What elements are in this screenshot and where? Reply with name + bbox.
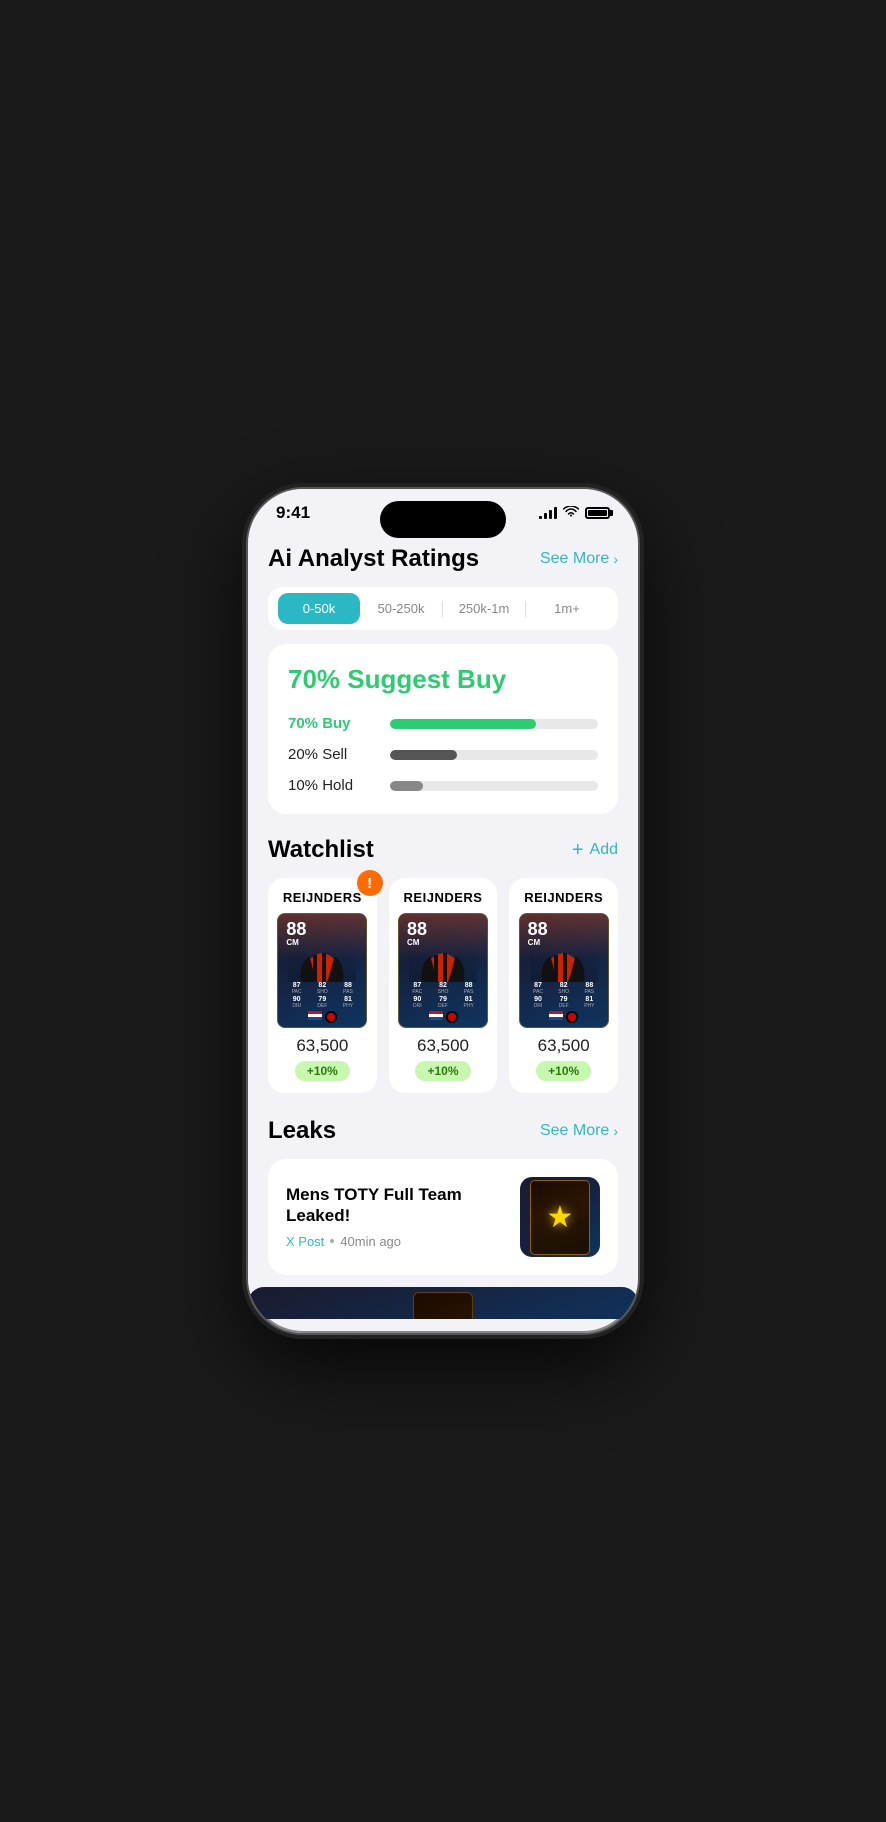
player-price-2: 63,500 — [538, 1036, 590, 1056]
fut-player-img-0 — [288, 949, 356, 982]
player-price-1: 63,500 — [417, 1036, 469, 1056]
fut-position-1: CM — [407, 938, 419, 947]
sell-stat-bar-container — [390, 750, 598, 760]
filter-tab-1m[interactable]: 1m+ — [526, 593, 608, 624]
status-icons — [539, 506, 610, 521]
add-label: Add — [590, 841, 618, 859]
bottom-peek — [248, 1287, 638, 1319]
leaks-chevron-icon: › — [613, 1123, 618, 1139]
player-card-0[interactable]: ! REIJNDERS 88 CM — [268, 878, 377, 1093]
flag-icons-0 — [308, 1011, 337, 1023]
leak-time-0: 40min ago — [340, 1234, 401, 1249]
fut-card-1: 88 CM 87PAC 82SHO — [398, 913, 488, 1028]
buy-stat-bar-fill — [390, 719, 536, 729]
analyst-see-more-label: See More — [540, 550, 609, 568]
leak-content-0: Mens TOTY Full Team Leaked! X Post 40min… — [286, 1185, 508, 1249]
flag-icons-1 — [429, 1011, 458, 1023]
fut-position-2: CM — [528, 938, 540, 947]
sell-stat-bar-fill — [390, 750, 457, 760]
fut-card-2: 88 CM 87PAC 82SHO — [519, 913, 609, 1028]
leaks-see-more-label: See More — [540, 1122, 609, 1140]
filter-tab-0-50k[interactable]: 0-50k — [278, 593, 360, 624]
player-stats-grid-0: 87PAC 82SHO 88PAS 90DRI 79DEF 81PHY — [282, 982, 362, 1009]
price-badge-0: +10% — [295, 1061, 350, 1081]
player-stats-grid-2: 87PAC 82SHO 88PAS 90DRI 79DEF 81PHY — [524, 982, 604, 1009]
filter-tab-50-250k[interactable]: 50-250k — [360, 593, 442, 624]
player-cards-row: ! REIJNDERS 88 CM — [268, 878, 618, 1093]
watchlist-header: Watchlist + Add — [268, 836, 618, 864]
sell-stat-row: 20% Sell — [288, 746, 598, 763]
fut-position-0: CM — [286, 938, 298, 947]
dynamic-island — [380, 501, 506, 538]
analyst-chevron-icon: › — [613, 551, 618, 567]
leaks-title: Leaks — [268, 1117, 336, 1145]
buy-stat-row: 70% Buy — [288, 715, 598, 732]
player-name-1: REIJNDERS — [404, 890, 483, 905]
buy-stat-label: 70% Buy — [288, 715, 378, 732]
wifi-icon — [563, 506, 579, 521]
fut-card-0: 88 CM — [277, 913, 367, 1028]
buy-stat-bar-container — [390, 719, 598, 729]
bottom-card-peek — [413, 1292, 473, 1319]
player-stats-grid-1: 87PAC 82SHO 88PAS 90DRI 79DEF 81PHY — [403, 982, 483, 1009]
watchlist-title: Watchlist — [268, 836, 374, 864]
phone-frame: 9:41 Ai Analys — [248, 489, 638, 1333]
battery-icon — [585, 507, 610, 519]
fut-rating-0: 88 — [286, 920, 306, 938]
hold-stat-bar-fill — [390, 781, 423, 791]
player-price-0: 63,500 — [296, 1036, 348, 1056]
add-button[interactable]: + Add — [572, 840, 618, 860]
signal-icon — [539, 507, 557, 519]
player-name-2: REIJNDERS — [524, 890, 603, 905]
sell-stat-label: 20% Sell — [288, 746, 378, 763]
main-content[interactable]: Ai Analyst Ratings See More › 0-50k 50-2… — [248, 529, 638, 1319]
fut-player-img-1 — [409, 949, 477, 982]
alert-badge: ! — [357, 870, 383, 896]
suggest-buy-text: 70% Suggest Buy — [288, 664, 598, 695]
add-plus-icon: + — [572, 840, 584, 860]
leak-source-0: X Post — [286, 1234, 324, 1249]
leak-dot-0 — [330, 1239, 334, 1243]
fut-rating-1: 88 — [407, 920, 427, 938]
player-card-1[interactable]: REIJNDERS 88 CM — [389, 878, 498, 1093]
price-badge-2: +10% — [536, 1061, 591, 1081]
flag-icons-2 — [549, 1011, 578, 1023]
leaks-header: Leaks See More › — [268, 1117, 618, 1145]
fut-rating-2: 88 — [528, 920, 548, 938]
player-name-0: REIJNDERS — [283, 890, 362, 905]
filter-tabs: 0-50k 50-250k 250k-1m 1m+ — [268, 587, 618, 630]
leak-title-0: Mens TOTY Full Team Leaked! — [286, 1185, 508, 1226]
leak-meta-0: X Post 40min ago — [286, 1234, 508, 1249]
hold-stat-row: 10% Hold — [288, 777, 598, 794]
analyst-ratings-title: Ai Analyst Ratings — [268, 545, 479, 573]
status-time: 9:41 — [276, 503, 310, 523]
fut-player-img-2 — [530, 949, 598, 982]
toty-star-icon: ★ — [547, 1200, 574, 1235]
leak-image-0: ★ — [520, 1177, 600, 1257]
leak-card-0[interactable]: Mens TOTY Full Team Leaked! X Post 40min… — [268, 1159, 618, 1275]
hold-stat-label: 10% Hold — [288, 777, 378, 794]
hold-stat-bar-container — [390, 781, 598, 791]
price-badge-1: +10% — [415, 1061, 470, 1081]
analyst-see-more-link[interactable]: See More › — [540, 550, 618, 568]
filter-tab-250k-1m[interactable]: 250k-1m — [443, 593, 525, 624]
stats-card: 70% Suggest Buy 70% Buy 20% Sell 10% Hol… — [268, 644, 618, 814]
leak-card-inner: ★ — [530, 1180, 590, 1255]
analyst-ratings-header: Ai Analyst Ratings See More › — [268, 545, 618, 573]
player-card-2[interactable]: REIJNDERS 88 CM — [509, 878, 618, 1093]
leaks-see-more-link[interactable]: See More › — [540, 1122, 618, 1140]
